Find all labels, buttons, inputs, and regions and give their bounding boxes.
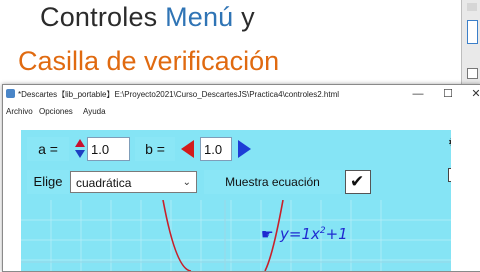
menu-archivo[interactable]: Archivo xyxy=(6,107,33,116)
descartes-window: *Descartes【lib_portable】E:\Proyecto2021\… xyxy=(2,84,480,272)
window-titlebar[interactable]: *Descartes【lib_portable】E:\Proyecto2021\… xyxy=(3,85,480,104)
edge-panel xyxy=(467,20,478,44)
equation-base: y=1x xyxy=(280,225,320,243)
equation-suffix: +1 xyxy=(325,225,348,243)
menu-opciones[interactable]: Opciones xyxy=(39,107,73,116)
equation-text: y=1x2+1 xyxy=(280,225,348,243)
function-type-select[interactable]: cuadrática ⌄ xyxy=(70,171,197,193)
a-decrement-icon[interactable] xyxy=(75,150,85,158)
edge-checkbox xyxy=(467,68,478,79)
a-value-field[interactable]: 1.0 xyxy=(87,137,130,161)
checkmark-icon: ✔ xyxy=(350,172,365,191)
b-decrement-arrow-icon[interactable] xyxy=(181,140,194,158)
a-increment-icon[interactable] xyxy=(75,139,85,147)
gear-icon[interactable]: ⚙ xyxy=(444,132,451,152)
parabola-curve xyxy=(162,200,192,271)
background-window-edge xyxy=(461,0,480,84)
pointer-hand-icon: ☛ xyxy=(261,226,274,242)
chevron-down-icon: ⌄ xyxy=(182,177,191,188)
slide-title-highlight: Menú xyxy=(165,2,234,32)
slide-title-part3: y xyxy=(233,2,255,32)
b-value-field[interactable]: 1.0 xyxy=(200,137,232,161)
app-icon xyxy=(6,89,15,98)
slide-title-line2: Casilla de verificación xyxy=(18,46,280,76)
a-spinner[interactable] xyxy=(74,137,86,161)
elige-label: Elige xyxy=(27,170,69,194)
code-icon[interactable]: <> xyxy=(448,168,451,182)
show-equation-checkbox[interactable]: ✔ xyxy=(345,170,371,194)
edge-toolbar-block xyxy=(467,3,477,11)
slide-title-line1: Controles Menú y xyxy=(40,2,255,33)
b-label: b = xyxy=(135,137,175,161)
slide-title-part1: Controles xyxy=(40,2,166,32)
select-value: cuadrática xyxy=(76,176,132,190)
minimize-button[interactable]: — xyxy=(405,87,431,102)
menu-ayuda[interactable]: Ayuda xyxy=(83,107,106,116)
b-increment-arrow-icon[interactable] xyxy=(238,140,251,158)
a-label: a = xyxy=(27,137,69,161)
maximize-button[interactable]: ☐ xyxy=(435,87,461,102)
menu-bar: Archivo Opciones Ayuda xyxy=(3,104,480,120)
window-title: *Descartes【lib_portable】E:\Proyecto2021\… xyxy=(18,90,340,99)
close-button[interactable]: ✕ xyxy=(463,87,480,102)
function-graph[interactable] xyxy=(21,200,451,271)
scene-area[interactable]: a = 1.0 b = 1.0 Elige cuadrática ⌄ Muest… xyxy=(21,130,451,271)
descartes-canvas: a = 1.0 b = 1.0 Elige cuadrática ⌄ Muest… xyxy=(3,120,479,271)
show-equation-label: Muestra ecuación xyxy=(204,170,341,194)
